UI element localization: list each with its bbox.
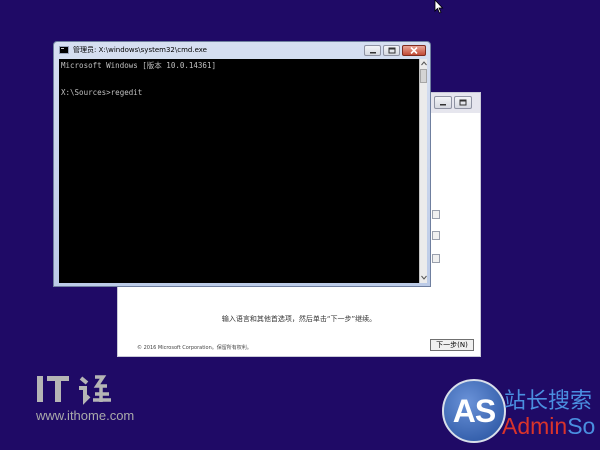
scroll-up-icon bbox=[421, 61, 427, 66]
scroll-down-icon bbox=[421, 275, 427, 280]
ithome-logo-icon bbox=[37, 375, 111, 405]
cmd-window: 管理员: X:\windows\system32\cmd.exe Microso… bbox=[53, 41, 431, 287]
copyright-text: © 2016 Microsoft Corporation。保留所有权利。 bbox=[137, 345, 252, 351]
scroll-thumb[interactable] bbox=[420, 69, 427, 83]
console-line-prompt: X:\Sources>regedit bbox=[61, 88, 143, 97]
adminso-brand-suffix: So bbox=[567, 413, 596, 439]
setup-minimize-button[interactable] bbox=[434, 96, 452, 109]
cmd-minimize-button[interactable] bbox=[364, 45, 381, 56]
scroll-down-button[interactable] bbox=[420, 273, 428, 282]
adminso-badge-text: AS bbox=[452, 392, 496, 429]
cmd-close-button[interactable] bbox=[402, 45, 426, 56]
adminso-site-name: 站长搜索 bbox=[504, 389, 593, 414]
scroll-up-button[interactable] bbox=[420, 59, 428, 68]
dropdown-arrow-keyboard[interactable] bbox=[432, 254, 440, 263]
cmd-window-title: 管理员: X:\windows\system32\cmd.exe bbox=[73, 46, 207, 54]
cmd-titlebar[interactable]: 管理员: X:\windows\system32\cmd.exe bbox=[54, 42, 430, 59]
dropdown-arrow-language[interactable] bbox=[432, 210, 440, 219]
cursor-arrow-icon bbox=[434, 0, 444, 14]
console-line: Microsoft Windows [版本 10.0.14361] bbox=[61, 61, 216, 70]
cmd-app-icon bbox=[59, 46, 69, 54]
maximize-icon bbox=[459, 99, 467, 106]
cmd-maximize-button[interactable] bbox=[383, 45, 400, 56]
dropdown-arrow-time-format[interactable] bbox=[432, 231, 440, 240]
setup-restore-button[interactable] bbox=[454, 96, 472, 109]
console-scrollbar[interactable] bbox=[419, 59, 427, 283]
minimize-icon bbox=[440, 103, 446, 105]
minimize-icon bbox=[369, 51, 376, 53]
adminso-badge: AS bbox=[442, 379, 506, 443]
setup-instruction-text: 输入语言和其他首选项，然后单击“下一步”继续。 bbox=[221, 315, 377, 323]
adminso-brand: AdminSo bbox=[502, 413, 595, 440]
ithome-url: www.ithome.com bbox=[36, 408, 135, 423]
adminso-logo-icon: AS 站长搜索 AdminSo bbox=[442, 379, 600, 445]
next-button[interactable]: 下一步(N) bbox=[430, 339, 474, 351]
maximize-icon bbox=[388, 47, 395, 54]
close-icon bbox=[410, 47, 418, 54]
console-output[interactable]: Microsoft Windows [版本 10.0.14361] X:\Sou… bbox=[59, 59, 419, 283]
adminso-brand-prefix: Admin bbox=[502, 413, 568, 439]
